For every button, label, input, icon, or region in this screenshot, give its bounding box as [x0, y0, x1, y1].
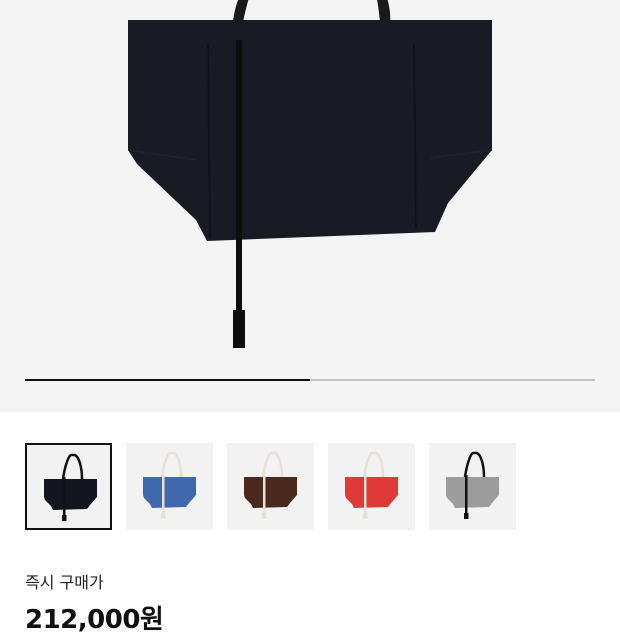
bag-thumbnail-image — [244, 451, 297, 519]
product-image-gallery[interactable] — [0, 0, 620, 412]
bag-thumbnail-image — [345, 451, 398, 519]
gallery-progress-fill — [25, 379, 310, 381]
color-thumbnail-4[interactable] — [328, 443, 415, 530]
gallery-progress-track[interactable] — [25, 379, 595, 381]
instant-buy-price: 212,000원 — [25, 605, 164, 635]
bag-thumbnail-image — [44, 453, 97, 521]
instant-buy-price-label: 즉시 구매가 — [25, 573, 104, 592]
product-main-image — [127, 0, 493, 348]
color-thumbnail-2[interactable] — [126, 443, 213, 530]
color-thumbnail-5[interactable] — [429, 443, 516, 530]
color-thumbnail-1[interactable] — [25, 443, 112, 530]
color-thumbnail-3[interactable] — [227, 443, 314, 530]
bag-thumbnail-image — [446, 451, 499, 519]
bag-thumbnail-image — [143, 451, 196, 519]
